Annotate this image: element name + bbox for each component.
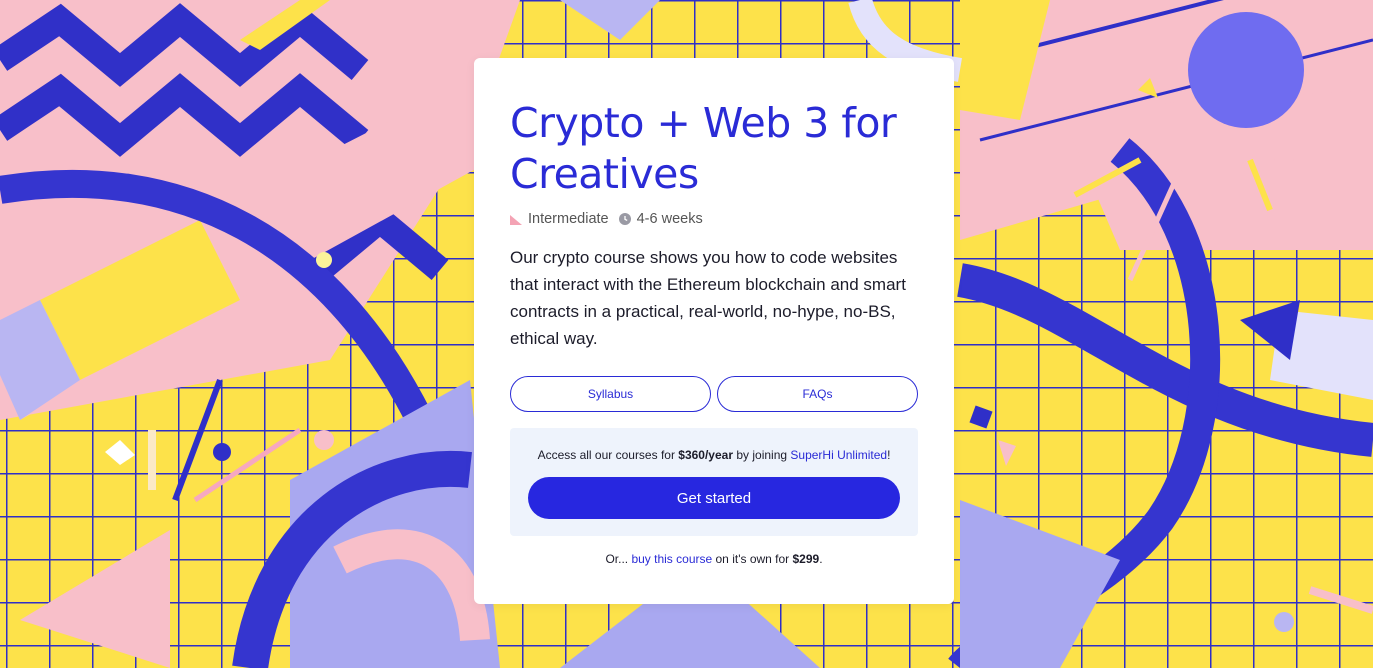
course-title-line-2: Creatives bbox=[510, 150, 699, 198]
course-title: Crypto + Web 3 for Creatives bbox=[510, 98, 930, 200]
unlimited-promo: Access all our courses for $360/year by … bbox=[510, 428, 918, 536]
course-description: Our crypto course shows you how to code … bbox=[510, 248, 906, 348]
promo-price: $360/year bbox=[678, 448, 734, 462]
course-duration: 4-6 weeks bbox=[636, 211, 703, 227]
footer-suffix: . bbox=[819, 552, 823, 566]
course-level: Intermediate bbox=[528, 211, 609, 227]
course-title-line-1: Crypto + Web 3 for bbox=[510, 99, 897, 147]
promo-text-before: Access all our courses for bbox=[537, 448, 679, 462]
superhi-unlimited-link[interactable]: SuperHi Unlimited bbox=[790, 448, 887, 462]
course-links: Syllabus FAQs bbox=[510, 376, 918, 412]
buy-this-course-link[interactable]: buy this course bbox=[631, 552, 712, 566]
promo-text-after: ! bbox=[887, 448, 891, 462]
course-price: $299 bbox=[792, 552, 820, 566]
buy-course-note: Or... buy this course on it's own for $2… bbox=[474, 552, 954, 566]
level-bars-icon bbox=[510, 215, 522, 225]
promo-text: Access all our courses for $360/year by … bbox=[510, 448, 918, 462]
footer-middle: on it's own for bbox=[712, 552, 793, 566]
get-started-button[interactable]: Get started bbox=[528, 477, 900, 519]
course-meta: Intermediate 4-6 weeks bbox=[510, 211, 703, 227]
promo-text-middle: by joining bbox=[733, 448, 791, 462]
syllabus-button[interactable]: Syllabus bbox=[510, 376, 711, 412]
footer-prefix: Or... bbox=[605, 552, 632, 566]
course-card: Crypto + Web 3 for Creatives Intermediat… bbox=[474, 58, 954, 604]
faqs-button[interactable]: FAQs bbox=[717, 376, 918, 412]
clock-icon bbox=[618, 213, 631, 225]
